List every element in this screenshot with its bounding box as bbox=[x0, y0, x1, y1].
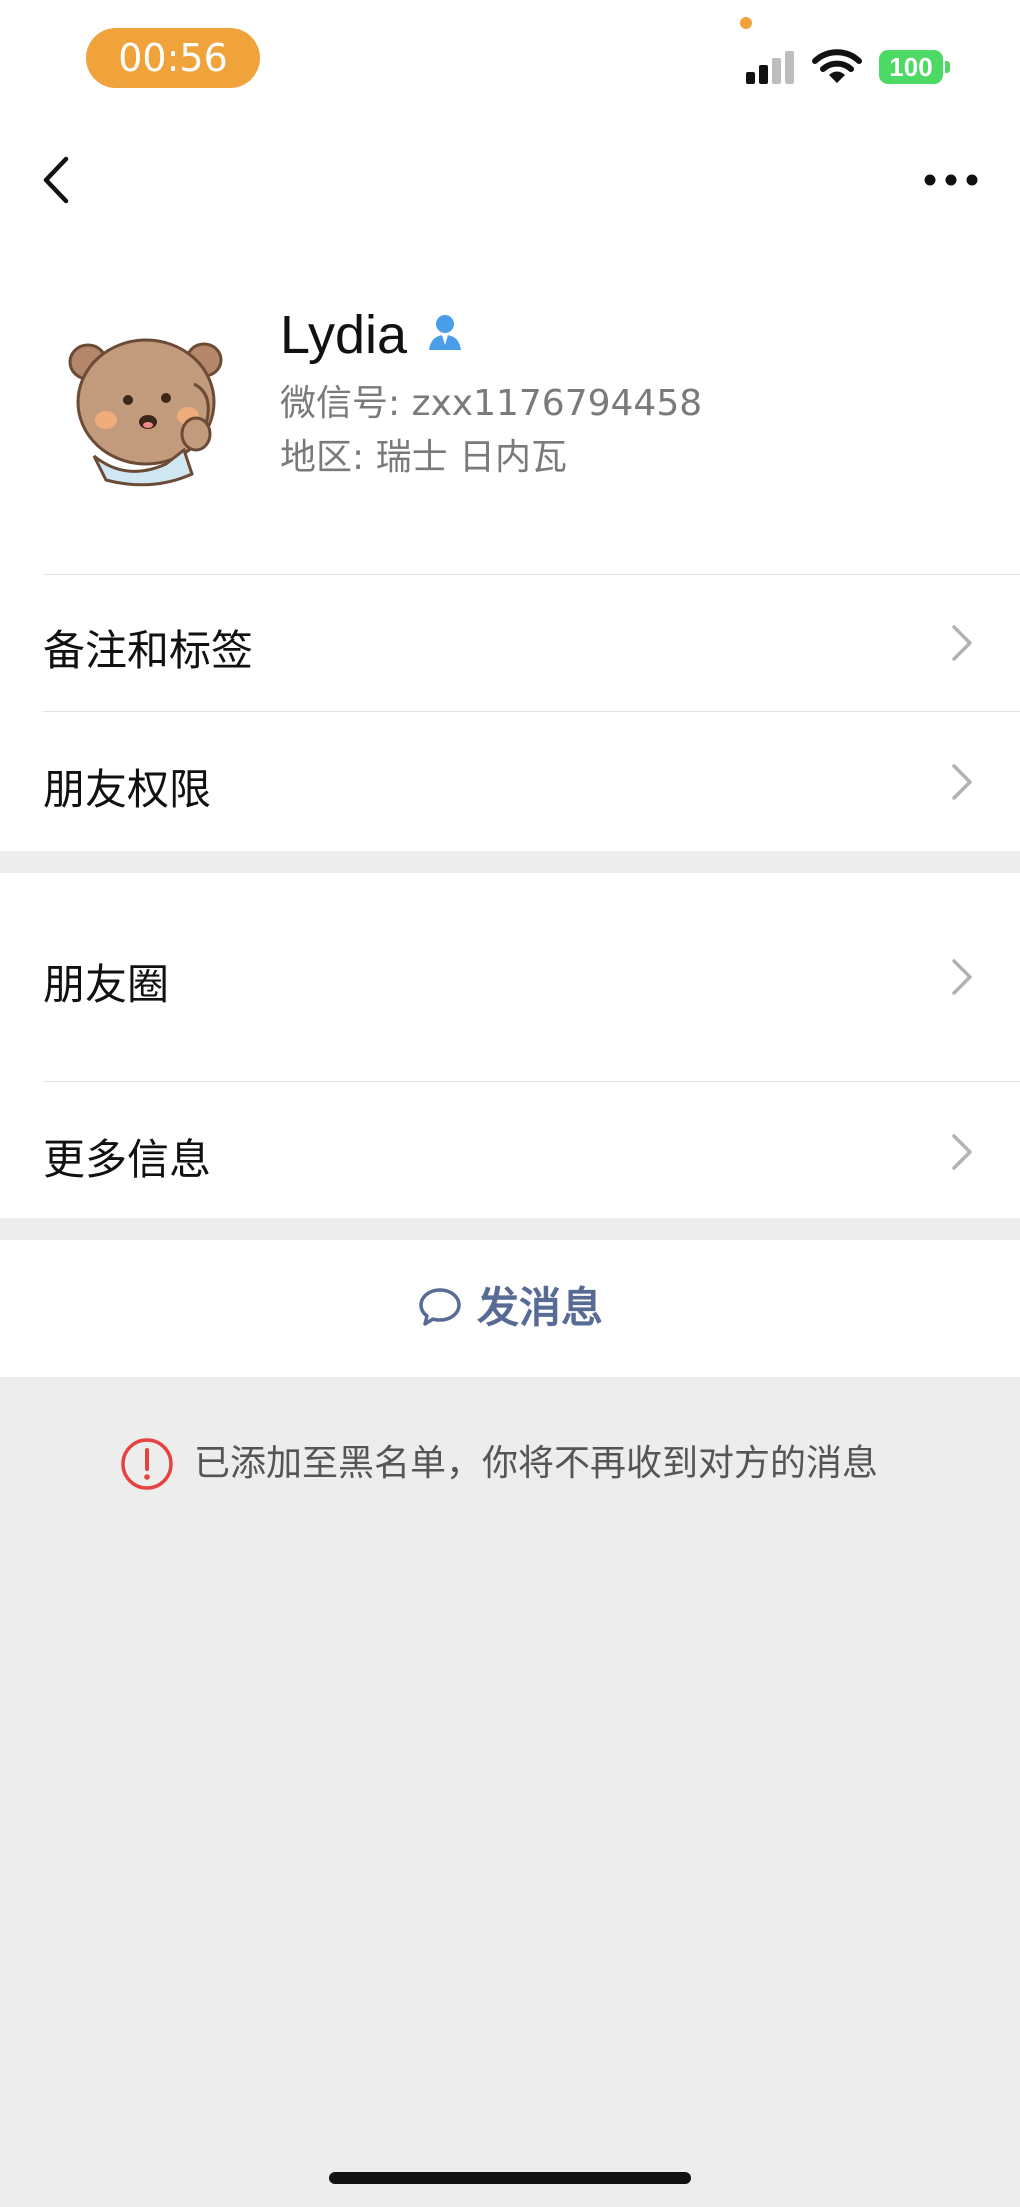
chevron-right-icon bbox=[952, 1134, 972, 1170]
contact-name: Lydia bbox=[280, 305, 408, 365]
row-more-info[interactable]: 更多信息 bbox=[0, 1082, 1020, 1218]
ellipsis-icon[interactable] bbox=[923, 165, 979, 195]
row-label: 朋友权限 bbox=[43, 765, 212, 814]
privacy-indicator-dot bbox=[740, 17, 752, 29]
avatar[interactable] bbox=[66, 324, 230, 488]
row-label: 备注和标签 bbox=[43, 626, 254, 675]
row-label: 朋友圈 bbox=[43, 960, 170, 1009]
chevron-right-icon bbox=[952, 959, 972, 995]
person-icon bbox=[429, 315, 461, 350]
row-moments[interactable]: 朋友圈 bbox=[0, 873, 1020, 1081]
battery-indicator: 100 bbox=[879, 50, 943, 84]
warning-icon bbox=[121, 1438, 173, 1490]
send-message-button[interactable]: 发消息 bbox=[0, 1240, 1020, 1377]
row-friend-permissions[interactable]: 朋友权限 bbox=[0, 712, 1020, 851]
cellular-signal-icon bbox=[746, 50, 798, 84]
send-message-label: 发消息 bbox=[477, 1283, 604, 1332]
chevron-right-icon bbox=[952, 625, 972, 661]
battery-tip bbox=[945, 61, 950, 73]
wifi-icon bbox=[812, 49, 862, 83]
blacklist-notice: 已添加至黑名单，你将不再收到对方的消息 bbox=[194, 1443, 879, 1484]
row-remarks-and-tags[interactable]: 备注和标签 bbox=[0, 575, 1020, 711]
chat-bubble-icon bbox=[419, 1288, 461, 1326]
chevron-right-icon bbox=[952, 764, 972, 800]
home-indicator bbox=[329, 2172, 691, 2184]
region: 地区: 瑞士 日内瓦 bbox=[280, 437, 568, 478]
chevron-left-icon[interactable] bbox=[38, 155, 78, 205]
status-time: 00:56 bbox=[86, 28, 260, 88]
row-label: 更多信息 bbox=[43, 1135, 212, 1184]
wechat-id: 微信号: zxx1176794458 bbox=[280, 383, 703, 424]
